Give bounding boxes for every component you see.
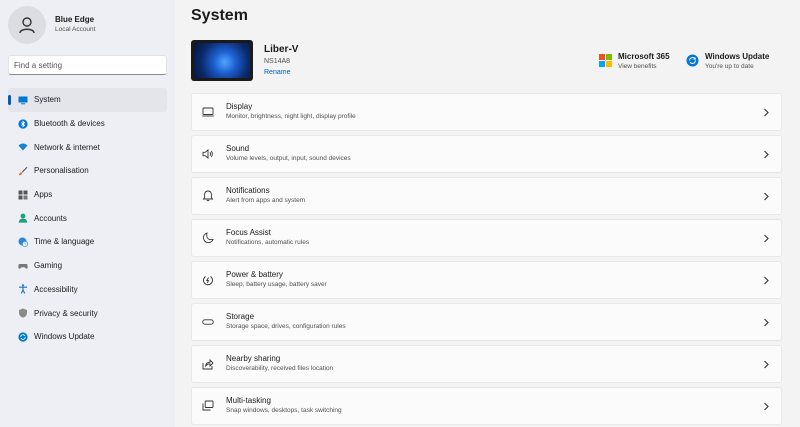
sidebar-item-label: System <box>34 95 61 105</box>
speaker-icon <box>202 148 214 160</box>
chevron-right-icon <box>764 234 769 243</box>
sidebar-nav: System Bluetooth & devices Network & int… <box>8 88 167 349</box>
display-icon <box>202 106 214 118</box>
page-title: System <box>191 7 248 24</box>
sidebar-item-accessibility[interactable]: Accessibility <box>8 278 167 302</box>
sidebar-item-label: Apps <box>34 190 53 200</box>
settings-card-focus-assist[interactable]: Focus Assist Notifications, automatic ru… <box>191 219 782 257</box>
card-subtitle: Monitor, brightness, night light, displa… <box>226 113 356 120</box>
person-avatar-icon <box>19 17 35 34</box>
widget-subtitle: You're up to date <box>705 63 754 70</box>
sidebar-item-privacy[interactable]: Privacy & security <box>8 301 167 325</box>
card-subtitle: Notifications, automatic rules <box>226 239 310 246</box>
windows-update-widget[interactable]: Windows Update You're up to date <box>686 52 769 72</box>
sidebar-item-label: Time & language <box>34 237 95 247</box>
chevron-right-icon <box>764 276 769 285</box>
rename-link[interactable]: Rename <box>264 67 298 78</box>
chevron-right-icon <box>764 402 769 411</box>
settings-card-storage[interactable]: Storage Storage space, drives, configura… <box>191 303 782 341</box>
sidebar-item-label: Privacy & security <box>34 308 98 318</box>
sidebar-item-label: Accounts <box>34 213 67 223</box>
wifi-icon <box>18 142 28 152</box>
update-icon <box>686 54 699 67</box>
storage-icon <box>202 316 214 328</box>
device-model: NS14A8 <box>264 58 291 65</box>
sidebar-item-time-language[interactable]: Time & language <box>8 230 167 254</box>
card-subtitle: Alert from apps and system <box>226 197 306 204</box>
search-input[interactable] <box>8 55 167 75</box>
globe-clock-icon <box>18 237 28 247</box>
monitor-icon <box>18 95 28 105</box>
card-subtitle: Volume levels, output, input, sound devi… <box>226 155 351 162</box>
sidebar-item-network[interactable]: Network & internet <box>8 135 167 159</box>
sidebar: Blue Edge Local Account System Bluetooth… <box>0 0 175 427</box>
settings-card-display[interactable]: Display Monitor, brightness, night light… <box>191 93 782 131</box>
sidebar-item-label: Accessibility <box>34 284 78 294</box>
sidebar-item-personalisation[interactable]: Personalisation <box>8 159 167 183</box>
chevron-right-icon <box>764 360 769 369</box>
person-icon <box>18 213 28 223</box>
device-name: Liber-V <box>264 44 299 55</box>
chevron-right-icon <box>764 192 769 201</box>
card-subtitle: Discoverability, received files location <box>226 365 334 372</box>
brush-icon <box>18 166 28 176</box>
settings-list: Display Monitor, brightness, night light… <box>191 93 782 427</box>
sidebar-item-label: Bluetooth & devices <box>34 119 105 129</box>
sidebar-item-windows-update[interactable]: Windows Update <box>8 325 167 349</box>
card-title: Focus Assist <box>226 228 271 237</box>
chevron-right-icon <box>764 108 769 117</box>
card-title: Notifications <box>226 186 270 195</box>
widget-subtitle: View benefits <box>618 63 657 70</box>
settings-card-power-battery[interactable]: Power & battery Sleep, battery usage, ba… <box>191 261 782 299</box>
card-title: Display <box>226 102 253 111</box>
moon-icon <box>202 232 214 244</box>
sidebar-item-system[interactable]: System <box>8 88 167 112</box>
widget-title: Windows Update <box>705 52 770 61</box>
card-subtitle: Storage space, drives, configuration rul… <box>226 323 346 330</box>
sidebar-item-label: Windows Update <box>34 332 95 342</box>
settings-card-nearby-sharing[interactable]: Nearby sharing Discoverability, received… <box>191 345 782 383</box>
bluetooth-icon <box>18 118 28 129</box>
chevron-right-icon <box>764 318 769 327</box>
sidebar-item-label: Gaming <box>34 261 63 271</box>
card-title: Storage <box>226 312 255 321</box>
share-icon <box>202 358 214 370</box>
card-title: Nearby sharing <box>226 354 281 363</box>
device-thumbnail <box>191 40 253 81</box>
multitask-icon <box>202 400 214 412</box>
sidebar-item-label: Network & internet <box>34 142 100 152</box>
settings-card-sound[interactable]: Sound Volume levels, output, input, soun… <box>191 135 782 173</box>
chevron-right-icon <box>764 150 769 159</box>
accessibility-icon <box>18 284 28 295</box>
shield-icon <box>18 308 28 318</box>
sidebar-item-gaming[interactable]: Gaming <box>8 254 167 278</box>
microsoft-logo-icon <box>599 54 612 67</box>
settings-card-multi-tasking[interactable]: Multi-tasking Snap windows, desktops, ta… <box>191 387 782 425</box>
sidebar-item-bluetooth[interactable]: Bluetooth & devices <box>8 112 167 136</box>
device-info: Liber-V NS14A8 Rename <box>264 43 298 78</box>
update-icon <box>18 332 28 342</box>
settings-card-notifications[interactable]: Notifications Alert from apps and system <box>191 177 782 215</box>
gamepad-icon <box>18 261 28 271</box>
apps-icon <box>18 190 28 200</box>
user-account-type: Local Account <box>55 26 96 33</box>
sidebar-item-label: Personalisation <box>34 166 89 176</box>
sidebar-item-accounts[interactable]: Accounts <box>8 206 167 230</box>
sidebar-item-apps[interactable]: Apps <box>8 183 167 207</box>
widget-title: Microsoft 365 <box>618 52 670 61</box>
card-subtitle: Sleep, battery usage, battery saver <box>226 281 327 288</box>
user-name: Blue Edge <box>55 15 95 24</box>
avatar[interactable] <box>8 6 46 44</box>
power-icon <box>202 274 214 286</box>
card-title: Power & battery <box>226 270 283 279</box>
card-subtitle: Snap windows, desktops, task switching <box>226 407 342 414</box>
user-profile[interactable]: Blue Edge Local Account <box>8 6 95 44</box>
microsoft-365-widget[interactable]: Microsoft 365 View benefits <box>599 52 670 72</box>
card-title: Sound <box>226 144 250 153</box>
wallpaper-preview <box>194 43 250 78</box>
bell-icon <box>202 190 214 202</box>
card-title: Multi-tasking <box>226 396 271 405</box>
